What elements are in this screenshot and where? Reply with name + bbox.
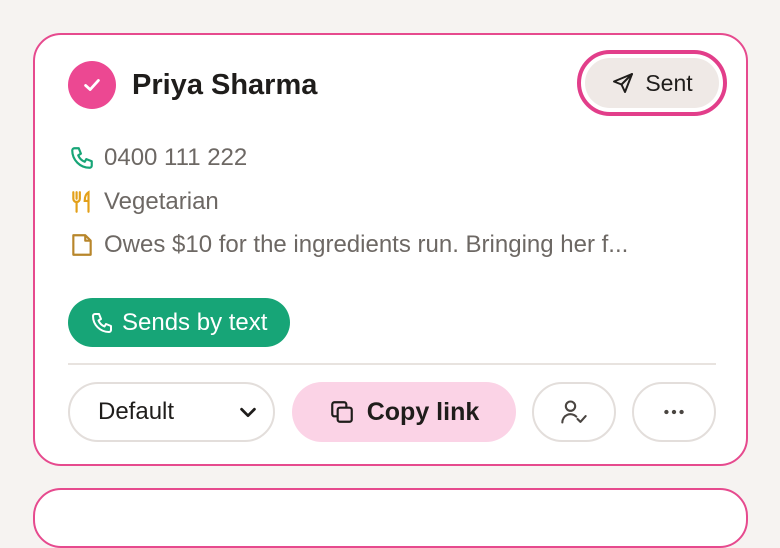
- sent-label: Sent: [645, 69, 693, 96]
- check-icon: [84, 79, 100, 91]
- note-row: Owes $10 for the ingredients run. Bringi…: [68, 230, 628, 260]
- template-select-value: Default: [98, 398, 175, 425]
- note-icon: [68, 231, 96, 259]
- phone-icon: [92, 312, 112, 333]
- phone-icon: [68, 144, 96, 172]
- note-text: Owes $10 for the ingredients run. Bringi…: [104, 231, 629, 258]
- send-icon: [613, 73, 634, 93]
- template-select[interactable]: Default: [68, 382, 275, 442]
- phone-row: 0400 111 222: [68, 143, 247, 173]
- phone-number: 0400 111 222: [104, 144, 248, 171]
- copy-icon: [330, 401, 353, 423]
- more-horizontal-icon: [664, 409, 684, 415]
- delivery-label: Sends by text: [122, 308, 268, 336]
- delivery-method-badge: Sends by text: [68, 298, 291, 347]
- guest-name: Priya Sharma: [132, 69, 318, 101]
- user-check-icon: [561, 400, 587, 424]
- more-options-button[interactable]: [632, 382, 716, 442]
- dietary-row: Vegetarian: [68, 187, 219, 217]
- copy-link-label: Copy link: [366, 397, 480, 426]
- assign-guest-button[interactable]: [532, 382, 616, 442]
- next-guest-card: [33, 488, 748, 548]
- selected-check[interactable]: [68, 61, 116, 109]
- sent-status-button[interactable]: Sent: [585, 58, 719, 108]
- status-focus-ring: Sent: [577, 50, 727, 116]
- divider: [68, 363, 716, 365]
- dietary-text: Vegetarian: [104, 188, 219, 215]
- utensils-icon: [68, 188, 96, 216]
- guest-card: Priya Sharma Sent 0400 111 222 Vegetaria…: [33, 33, 748, 466]
- chevron-down-icon: [240, 407, 256, 418]
- copy-link-button[interactable]: Copy link: [292, 382, 516, 442]
